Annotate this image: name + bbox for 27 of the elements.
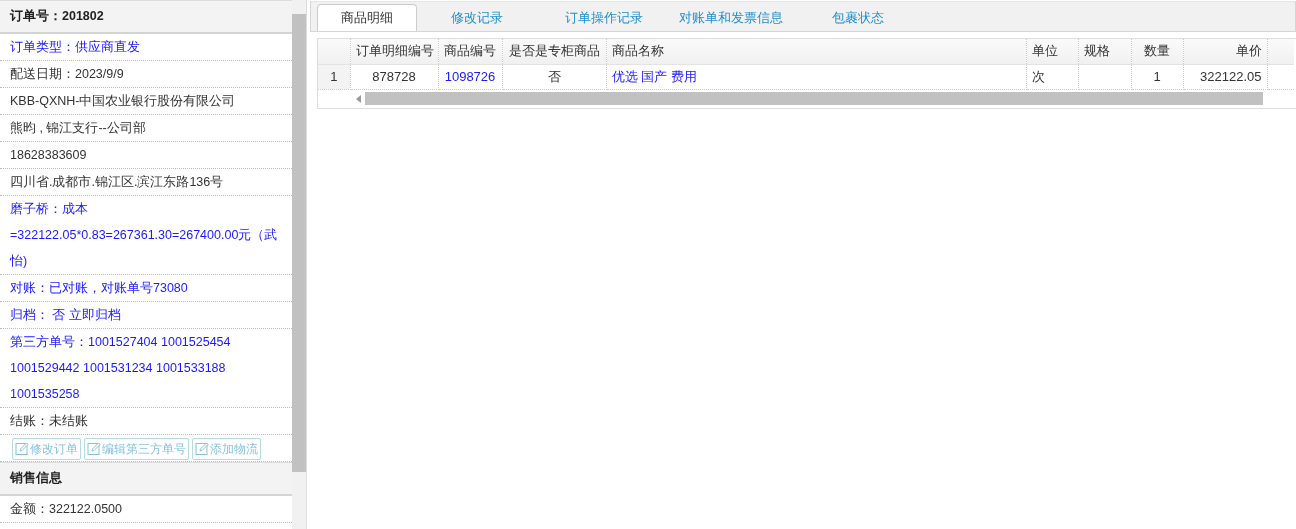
table-cell: 322122.05 [1183, 64, 1267, 89]
edit-icon [87, 442, 101, 456]
tab[interactable]: 订单操作记录 [540, 5, 667, 31]
link-cell[interactable]: 优选 国产 费用 [606, 64, 1026, 89]
table-cell: 1 [1131, 64, 1183, 89]
table-cell: 否 [502, 64, 606, 89]
column-header: 商品名称 [606, 39, 1026, 64]
scroll-left-icon[interactable] [356, 94, 361, 103]
column-header: 是否是专柜商品 [502, 39, 606, 64]
tab[interactable]: 对账单和发票信息 [667, 5, 794, 31]
link-cell[interactable]: 1098726 [438, 64, 502, 89]
edit-icon [15, 442, 29, 456]
tab[interactable]: 包裹状态 [794, 5, 921, 31]
edit-icon [195, 442, 209, 456]
table-cell: 878728 [350, 64, 438, 89]
column-header: 单价 [1183, 39, 1267, 64]
tab[interactable]: 商品明细 [317, 4, 417, 31]
column-header: 商品编号 [438, 39, 502, 64]
panel-title: 订单号：201802 [0, 0, 292, 34]
column-header: 规格 [1078, 39, 1131, 64]
panel-title: 销售信息 [0, 462, 292, 496]
scrollbar[interactable] [292, 0, 306, 529]
row-number: 1 [318, 64, 350, 89]
table-cell: 次 [1026, 64, 1078, 89]
column-header: 单位 [1026, 39, 1078, 64]
column-header: 订单明细编号 [350, 39, 438, 64]
column-header: 数量 [1131, 39, 1183, 64]
